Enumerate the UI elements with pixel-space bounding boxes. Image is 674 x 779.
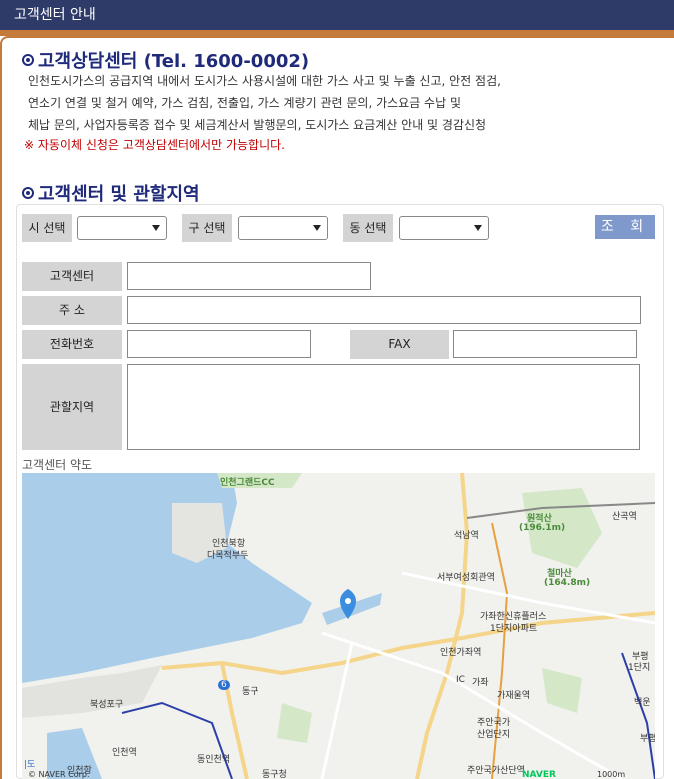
dong-select[interactable] xyxy=(399,216,489,240)
map-label-sangok: 산곡역 xyxy=(612,512,637,522)
gu-select[interactable] xyxy=(238,216,328,240)
map-label-bukseong: 북성포구 xyxy=(90,700,124,710)
map-label-ic: IC xyxy=(456,675,465,685)
map-label-do: |도 xyxy=(24,760,36,770)
map-canvas xyxy=(22,473,655,779)
map-label-jooan2: 산업단지 xyxy=(477,730,511,740)
window-title: 고객센터 안내 xyxy=(0,0,674,30)
fax-field[interactable] xyxy=(453,330,637,358)
auto-transfer-notice: ※ 자동이체 신청은 고객상담센터에서만 가능합니다. xyxy=(24,138,285,152)
map-label-donggu: 동구 xyxy=(242,687,259,697)
address-field[interactable] xyxy=(127,296,641,324)
map-label-wonjeok-height: (196.1m) xyxy=(519,523,566,533)
map-label-bupyeong2: 1단지 xyxy=(628,663,651,673)
map-label-apt2: 1단지아파트 xyxy=(490,624,538,634)
map-label-dongincheon: 동인천역 xyxy=(197,755,231,765)
map-caption: 고객센터 약도 xyxy=(22,458,93,472)
map-label-jooan-station: 주안국가산단역 xyxy=(467,766,525,776)
circle-bullet-icon xyxy=(22,54,34,66)
marker-dot xyxy=(345,598,351,604)
consult-heading: 고객상담센터 (Tel. 1600-0002) xyxy=(22,47,309,73)
map-label-gajaeul: 가재울역 xyxy=(497,691,531,701)
map-label-cheolma-height: (164.8m) xyxy=(544,578,591,588)
consult-desc-line-1: 인천도시가스의 공급지역 내에서 도시가스 사용시설에 대한 가스 사고 및 누… xyxy=(28,74,501,88)
map-label-bupyeong3: 부평 xyxy=(640,734,655,744)
map-copyright: © NAVER Corp. xyxy=(28,770,90,779)
center-field[interactable] xyxy=(127,262,371,290)
map-label-grand: 인천그랜드CC xyxy=(220,478,275,488)
chevron-down-icon xyxy=(313,225,321,231)
phone-field[interactable] xyxy=(127,330,311,358)
map-label-pier2: 다목적부두 xyxy=(207,551,249,561)
consult-title: 고객상담센터 (Tel. 1600-0002) xyxy=(38,51,310,72)
location-map[interactable]: 인천그랜드CC 인천북항 다목적부두 석남역 원적산 (196.1m) 철마산 … xyxy=(22,473,655,779)
area-label: 관할지역 xyxy=(22,364,122,450)
map-naver-logo: NAVER xyxy=(522,770,556,779)
si-select[interactable] xyxy=(77,216,167,240)
map-label-dong-office: 동구청 xyxy=(262,770,287,779)
center-label: 고객센터 xyxy=(22,262,122,291)
map-label-gajwa: 가좌 xyxy=(472,678,489,688)
consult-desc-line-3: 체납 문의, 사업자등록증 접수 및 세금계산서 발행문의, 도시가스 요금계산… xyxy=(28,118,487,132)
area-textarea[interactable] xyxy=(127,364,640,450)
fax-label: FAX xyxy=(350,330,449,359)
map-route-6-badge: 6 xyxy=(218,680,230,690)
circle-bullet-icon xyxy=(22,187,34,199)
map-label-seoknam: 석남역 xyxy=(454,531,479,541)
chevron-down-icon xyxy=(474,225,482,231)
map-label-incheon-station: 인천역 xyxy=(112,748,137,758)
map-label-gajwa-station: 인천가좌역 xyxy=(440,648,482,658)
si-select-label: 시 선택 xyxy=(22,214,72,242)
address-label: 주 소 xyxy=(22,296,122,325)
region-title: 고객센터 및 관할지역 xyxy=(38,184,200,205)
map-scale: 1000m xyxy=(597,770,626,779)
search-button[interactable]: 조 회 xyxy=(595,215,655,239)
map-label-seobu: 서부여성회관역 xyxy=(437,573,495,583)
chevron-down-icon xyxy=(152,225,160,231)
phone-label: 전화번호 xyxy=(22,330,122,359)
consult-desc-line-2: 연소기 연결 및 철거 예약, 가스 검침, 전출입, 가스 계량기 관련 문의… xyxy=(28,96,461,110)
dong-select-label: 동 선택 xyxy=(343,214,393,242)
region-heading: 고객센터 및 관할지역 xyxy=(22,180,200,206)
map-label-baekun: 백운 xyxy=(634,698,651,708)
gu-select-label: 구 선택 xyxy=(182,214,232,242)
